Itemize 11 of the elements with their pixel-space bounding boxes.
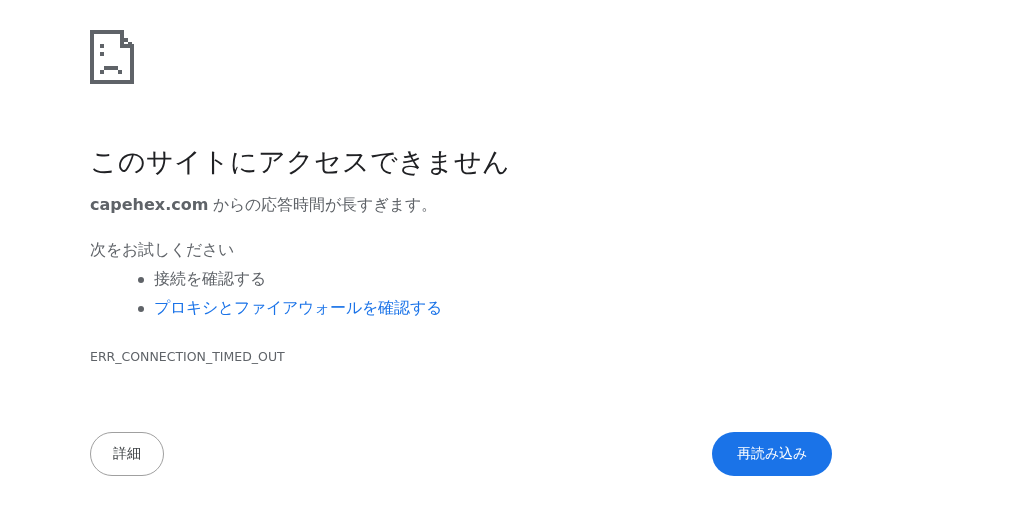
details-button[interactable]: 詳細 <box>90 432 164 477</box>
suggestion-text: 接続を確認する <box>154 269 266 291</box>
error-heading: このサイトにアクセスできません <box>90 145 511 179</box>
bullet-icon <box>138 305 144 312</box>
bullet-icon <box>138 276 144 283</box>
error-code: ERR_CONNECTION_TIMED_OUT <box>90 349 285 365</box>
suggestion-link[interactable]: プロキシとファイアウォールを確認する <box>154 298 442 320</box>
suggestions-title: 次をお試しください <box>90 240 234 262</box>
sad-page-icon <box>90 30 134 84</box>
error-description: capehex.com からの応答時間が長すぎます。 <box>90 195 439 217</box>
reload-button[interactable]: 再読み込み <box>712 432 832 477</box>
